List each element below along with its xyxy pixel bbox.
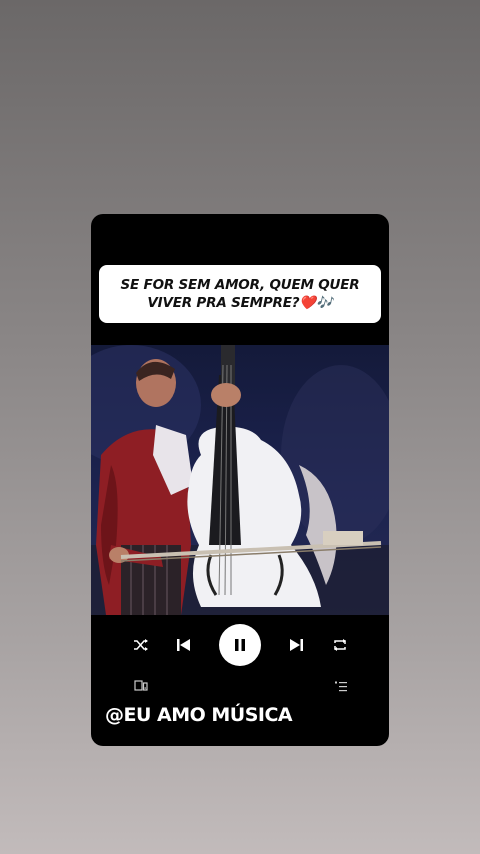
channel-watermark: @EU AMO MÚSICA (105, 704, 293, 726)
next-button[interactable] (287, 635, 307, 655)
connect-device-button[interactable] (132, 678, 150, 694)
lyrics-caption: SE FOR SEM AMOR, QUEM QUER VIVER PRA SEM… (99, 265, 381, 323)
shuffle-button[interactable] (131, 636, 151, 654)
previous-button[interactable] (173, 635, 193, 655)
previous-icon (177, 639, 190, 651)
next-icon (290, 639, 303, 651)
artwork-illustration (91, 345, 389, 615)
lyrics-line-2: VIVER PRA SEMPRE?❤️🎶 (147, 295, 333, 311)
music-card: SE FOR SEM AMOR, QUEM QUER VIVER PRA SEM… (91, 214, 389, 746)
secondary-controls (91, 676, 389, 696)
queue-icon (335, 681, 347, 692)
lyrics-caption-text: SE FOR SEM AMOR, QUEM QUER VIVER PRA SEM… (121, 276, 360, 312)
repeat-icon (334, 639, 346, 651)
repeat-button[interactable] (330, 636, 350, 654)
queue-button[interactable] (332, 678, 350, 694)
album-artwork (91, 345, 389, 615)
connect-device-icon (134, 680, 148, 691)
shuffle-icon (134, 639, 148, 651)
lyrics-line-1: SE FOR SEM AMOR, QUEM QUER (120, 277, 360, 293)
playback-controls (91, 624, 389, 674)
pause-button[interactable] (219, 624, 261, 666)
pause-icon (235, 639, 245, 651)
